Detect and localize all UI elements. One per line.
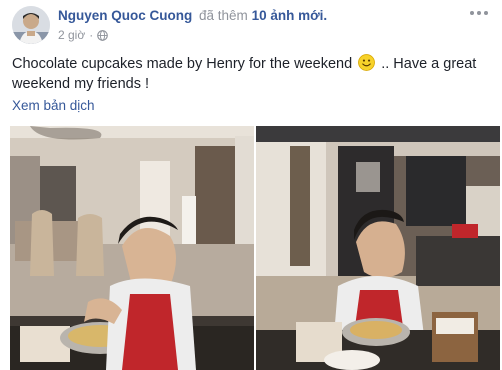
post-meta: 2 giờ · [58,28,109,42]
post-timestamp[interactable]: 2 giờ [58,28,85,42]
photo-boy-cracking-egg [10,126,254,370]
more-dot [484,11,488,15]
photo-count-link[interactable]: 10 ảnh mới. [252,8,328,23]
more-dot [470,11,474,15]
post-action-text: đã thêm [199,8,248,23]
caption-text-start: Chocolate cupcakes made by Henry for the… [12,56,353,72]
photo-boy-smiling-kitchen [256,126,500,370]
smile-emoji-icon [358,54,376,71]
post-photo-1[interactable] [10,126,254,370]
more-dot [477,11,481,15]
post-photo-2[interactable] [256,126,500,370]
globe-icon[interactable] [97,29,109,41]
avatar[interactable] [12,6,50,44]
more-dots-icon[interactable] [468,6,490,20]
meta-separator: · [89,28,94,42]
avatar-image [12,6,50,44]
see-translation-link[interactable]: Xem bản dịch [12,98,95,113]
author-name[interactable]: Nguyen Quoc Cuong [58,8,192,23]
facebook-post: Nguyen Quoc Cuong đã thêm 10 ảnh mới. 2 … [0,0,502,370]
post-caption: Chocolate cupcakes made by Henry for the… [12,54,490,94]
post-header: Nguyen Quoc Cuong đã thêm 10 ảnh mới. [58,8,327,24]
